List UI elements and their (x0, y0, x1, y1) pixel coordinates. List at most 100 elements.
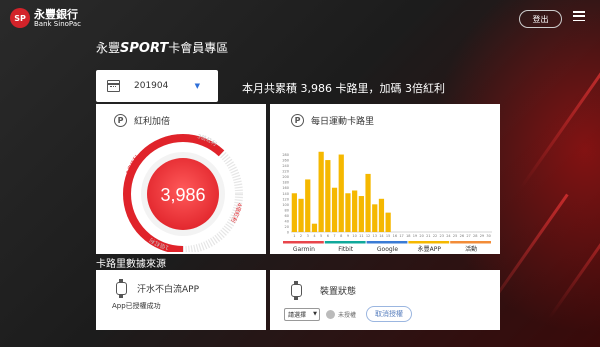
y-tick-label: 120 (282, 197, 289, 201)
bonus-value: 3,986 (160, 185, 205, 205)
bank-logo-icon: SP (10, 8, 30, 28)
device-status-card: 裝置狀態 請選擇 ▼ 未授權 取消授權 (270, 270, 500, 330)
chart-bar (378, 198, 385, 232)
month-select[interactable]: 201904 ▼ (96, 70, 218, 102)
chart-bar (345, 193, 351, 232)
watch-icon (291, 281, 302, 300)
logout-button[interactable]: 登出 (519, 10, 562, 28)
chart-bar (305, 179, 311, 232)
x-tick-label: 27 (466, 234, 470, 238)
points-icon: P (114, 114, 127, 127)
y-tick-label: 160 (282, 186, 289, 190)
legend-label: Fitbit (338, 246, 354, 253)
chart-bar (311, 223, 318, 232)
y-tick-label: 20 (285, 225, 289, 229)
chart-bar (352, 190, 358, 232)
bonus-gauge: 3,986 1倍紅利 2倍紅利 3倍紅利 4倍紅利 (123, 134, 243, 252)
status-dot-icon (326, 310, 335, 319)
x-tick-label: 18 (406, 234, 410, 238)
sport-logo-text: SPORT (120, 41, 169, 56)
page-title: 永豐SPORT卡會員專區 (96, 41, 229, 56)
chart-bar (298, 198, 304, 232)
chart-bar (318, 151, 324, 232)
chevron-down-icon: ▼ (194, 82, 200, 90)
device-select[interactable]: 請選擇 ▼ (284, 308, 320, 321)
y-tick-label: 60 (285, 214, 289, 218)
chart-bar (291, 193, 297, 232)
x-tick-label: 19 (413, 234, 417, 238)
x-tick-label: 8 (340, 234, 342, 238)
calorie-bar-chart: 0204060801001201401601802002202402602801… (282, 151, 492, 253)
legend-swatch (450, 241, 491, 244)
bonus-card-header: P 紅利加倍 (114, 114, 170, 127)
device-auth-status: 未授權 (338, 312, 357, 319)
calorie-chart-card: P 每日運動卡路里 0 20 40 60 80 100 120 140 160 180 200 220… (270, 104, 500, 254)
legend-label: 永豐APP (418, 245, 442, 253)
x-tick-label: 9 (347, 234, 349, 238)
x-tick-label: 24 (446, 234, 451, 238)
monthly-summary: 本月共累積 3,986 卡路里，加碼 3倍紅利 (242, 82, 445, 95)
menu-icon[interactable] (573, 11, 585, 21)
x-tick-label: 22 (433, 234, 437, 238)
x-tick-label: 10 (352, 234, 356, 238)
x-tick-label: 17 (399, 234, 403, 238)
x-tick-label: 25 (453, 234, 457, 238)
chart-bar (325, 160, 331, 232)
device-status-title: 裝置狀態 (320, 287, 357, 297)
legend-label: 活動 (465, 245, 477, 253)
app-auth-status: App已授權成功 (112, 302, 161, 310)
chart-bar (385, 212, 391, 232)
chart-bar (331, 187, 338, 232)
month-value: 201904 (134, 81, 169, 91)
legend-swatch (324, 241, 366, 244)
x-tick-label: 23 (440, 234, 444, 238)
y-tick-label: 200 (282, 175, 289, 179)
y-tick-label: 180 (282, 181, 289, 185)
watch-icon (116, 279, 127, 298)
x-tick-label: 3 (307, 234, 309, 238)
legend-swatch (283, 241, 324, 244)
x-tick-label: 30 (486, 234, 490, 238)
x-tick-label: 4 (313, 234, 316, 238)
x-tick-label: 14 (379, 234, 384, 238)
x-tick-label: 15 (386, 234, 390, 238)
x-tick-label: 2 (300, 234, 302, 238)
app-source-title: 汗水不白流APP (137, 285, 200, 295)
x-tick-label: 20 (419, 234, 423, 238)
x-tick-label: 11 (359, 234, 363, 238)
chart-bar (372, 204, 378, 232)
x-tick-label: 1 (293, 234, 295, 238)
bonus-card: P 紅利加倍 3,986 1倍紅利 2倍紅利 3倍紅利 4倍紅利 (96, 104, 266, 254)
y-tick-label: 240 (282, 164, 289, 168)
bank-name-cn: 永豐銀行 (34, 7, 78, 21)
x-tick-label: 21 (426, 234, 430, 238)
x-tick-label: 16 (393, 234, 397, 238)
legend-label: Garmin (293, 246, 315, 253)
x-tick-label: 28 (473, 234, 477, 238)
chart-bar (365, 173, 371, 232)
y-tick-label: 80 (285, 208, 289, 212)
x-tick-label: 5 (320, 234, 322, 238)
y-tick-label: 140 (282, 192, 289, 196)
y-tick-label: 220 (282, 170, 289, 174)
y-tick-label: 40 (285, 219, 289, 223)
bank-logo[interactable]: SP 永豐銀行 Bank SinoPac (10, 8, 81, 28)
legend-swatch (408, 241, 450, 244)
x-tick-label: 13 (373, 234, 377, 238)
bank-name-en: Bank SinoPac (34, 19, 81, 28)
y-tick-label: 0 (287, 231, 289, 235)
y-tick-label: 280 (282, 153, 289, 157)
x-tick-label: 12 (366, 234, 370, 238)
x-tick-label: 26 (460, 234, 464, 238)
y-tick-label: 260 (282, 159, 289, 163)
y-tick-label: 100 (282, 203, 289, 207)
chart-bar (338, 154, 344, 232)
data-source-title: 卡路里數據來源 (96, 259, 166, 270)
app-source-card: 汗水不白流APP App已授權成功 (96, 270, 266, 330)
revoke-auth-button[interactable]: 取消授權 (366, 306, 412, 322)
bonus-card-title: 紅利加倍 (134, 117, 171, 127)
x-tick-label: 29 (480, 234, 484, 238)
legend-label: Google (377, 246, 398, 253)
x-tick-label: 7 (333, 234, 335, 238)
chevron-down-icon: ▼ (313, 311, 317, 317)
